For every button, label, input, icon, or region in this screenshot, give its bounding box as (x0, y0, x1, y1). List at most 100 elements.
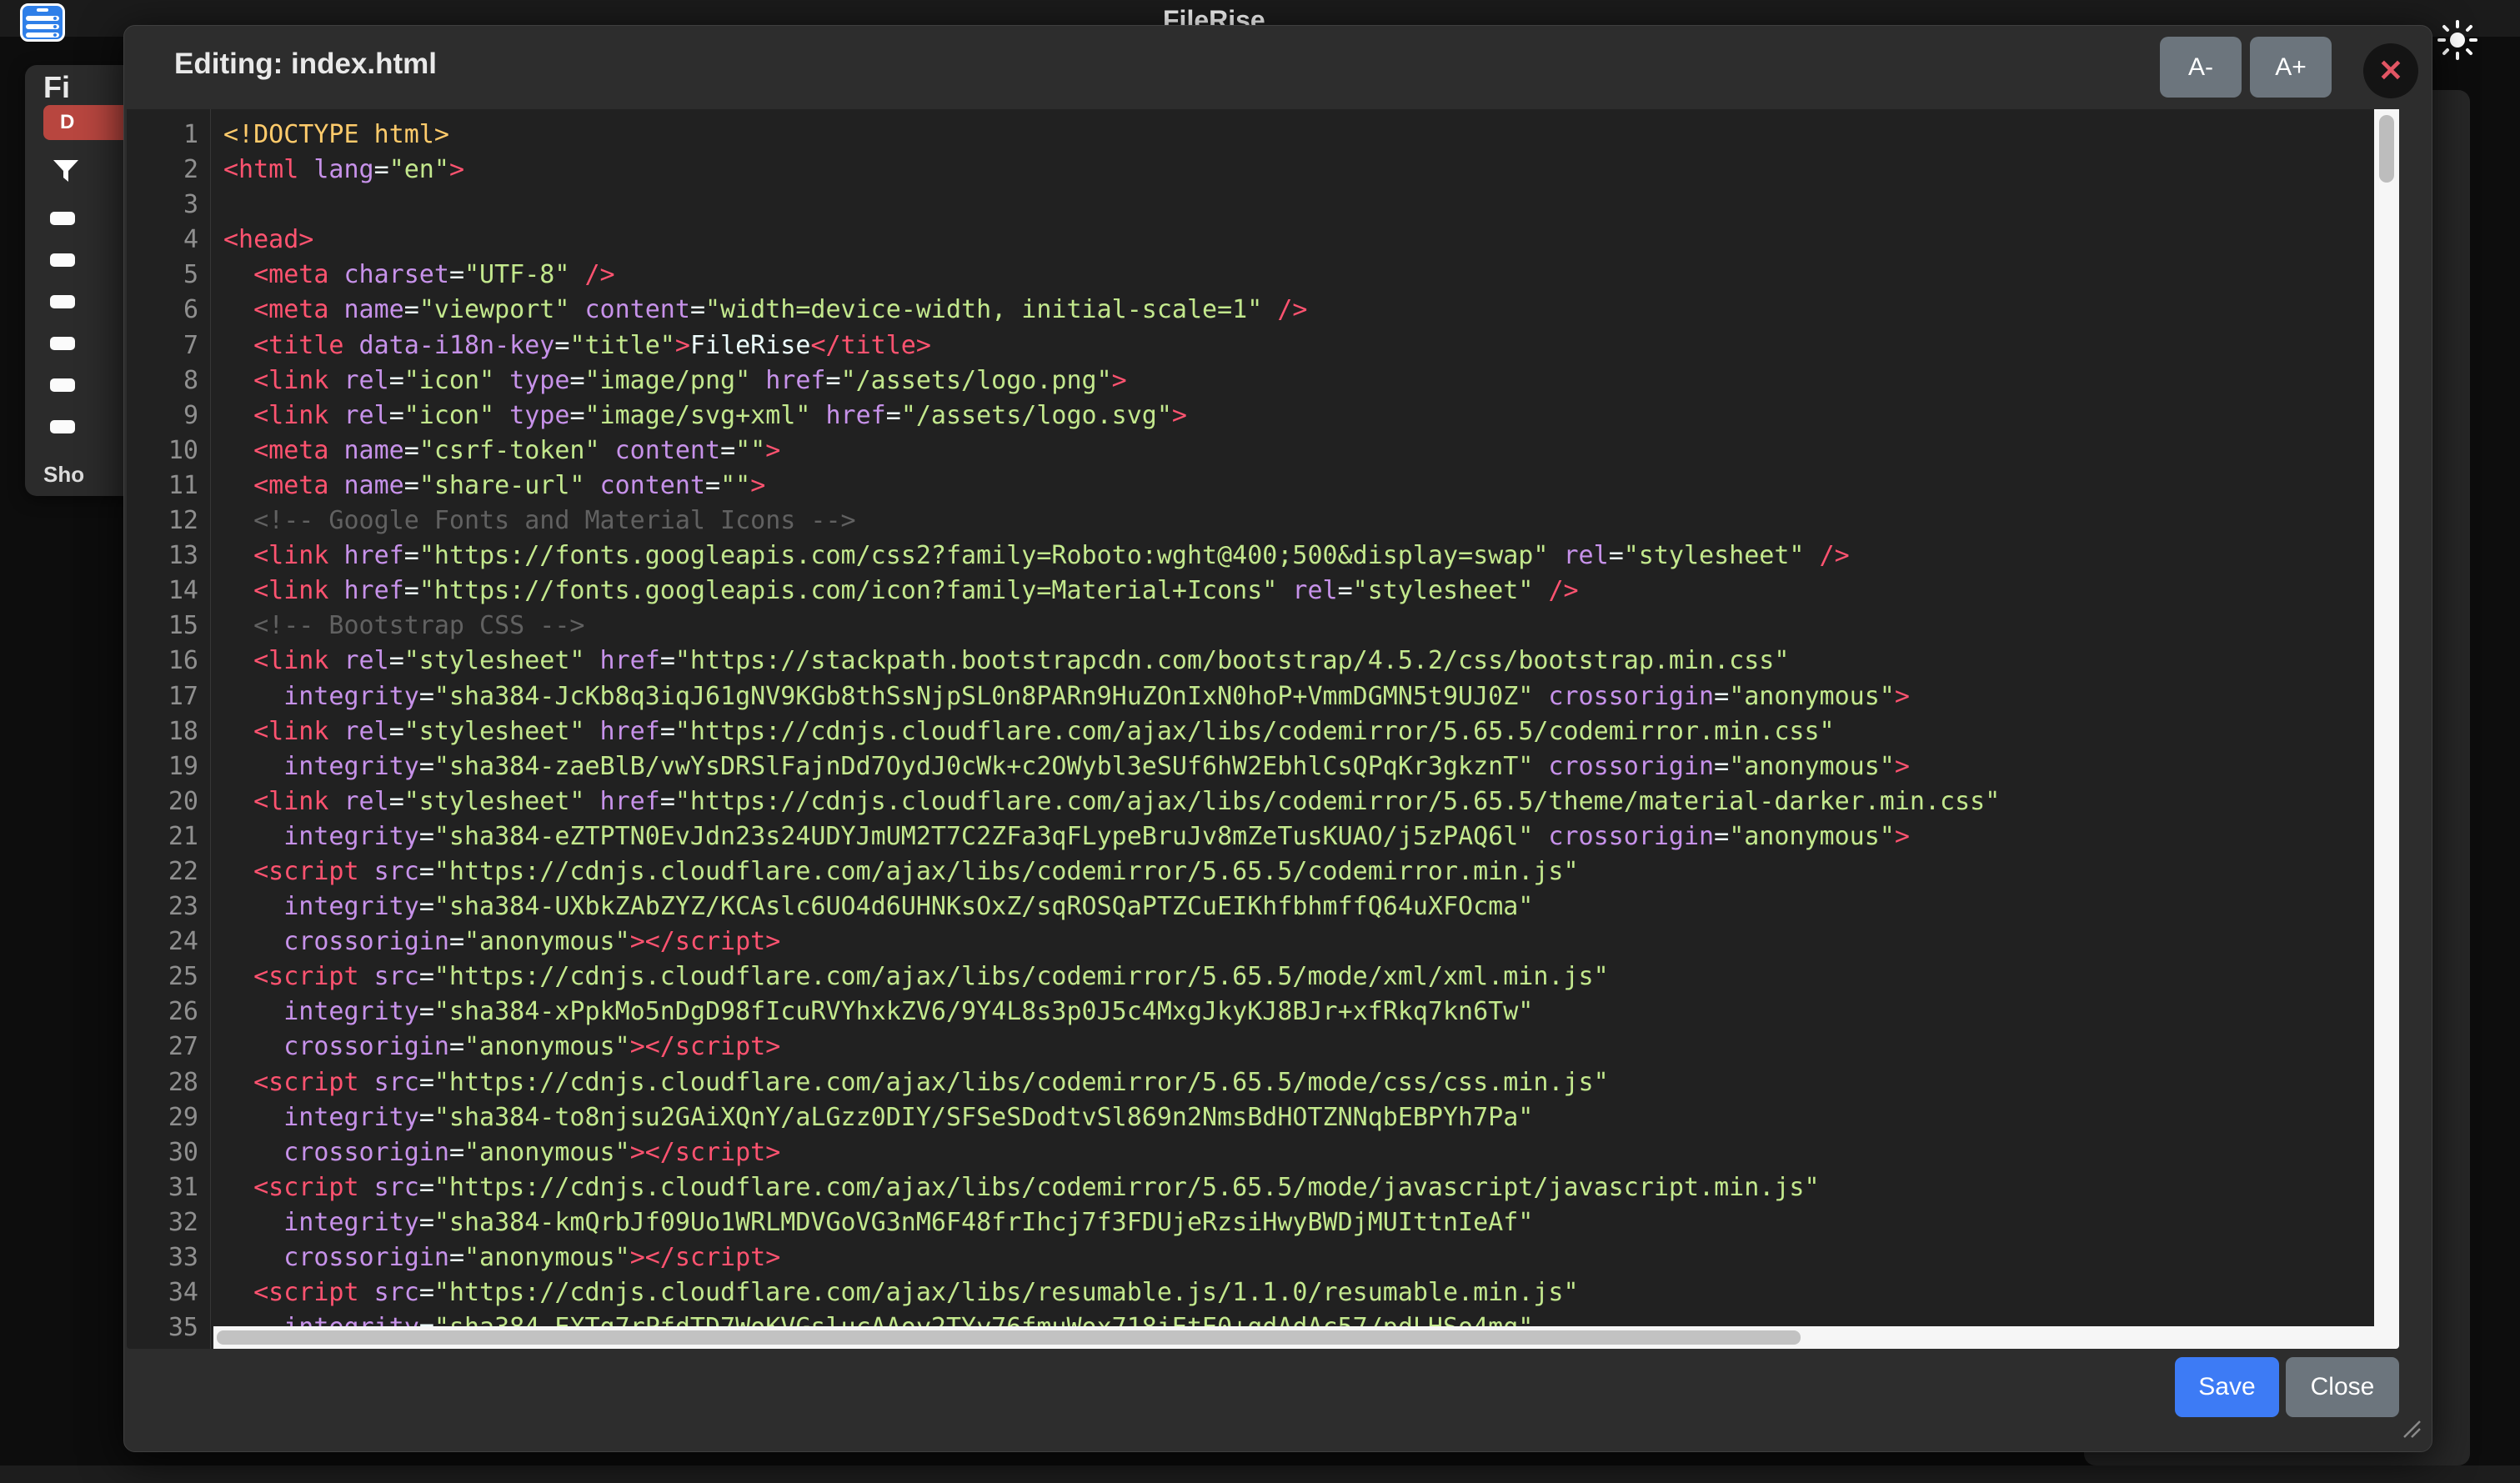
code-line[interactable]: 32 integrity="sha384-kmQrbJf09Uo1WRLMDVG… (127, 1205, 2399, 1240)
code-line[interactable]: 2<html lang="en"> (127, 153, 2399, 188)
code-line-text: <link rel="stylesheet" href="https://sta… (210, 644, 1789, 679)
code-editor[interactable]: 1<!DOCTYPE html>2<html lang="en">34<head… (127, 109, 2399, 1349)
line-number: 16 (127, 644, 210, 679)
edit-file-modal: Editing: index.html A- A+ ✕ 1<!DOCTYPE h… (123, 25, 2432, 1452)
sidebar-title: Fi (43, 70, 70, 105)
code-line[interactable]: 19 integrity="sha384-zaeBlB/vwYsDRSlFajn… (127, 749, 2399, 784)
code-line[interactable]: 30 crossorigin="anonymous"></script> (127, 1135, 2399, 1170)
code-line[interactable]: 16 <link rel="stylesheet" href="https://… (127, 644, 2399, 679)
code-line-text: <head> (210, 223, 313, 258)
vertical-scrollbar-thumb[interactable] (2379, 115, 2394, 183)
code-line[interactable]: 27 crossorigin="anonymous"></script> (127, 1030, 2399, 1065)
code-line[interactable]: 28 <script src="https://cdnjs.cloudflare… (127, 1065, 2399, 1100)
vertical-scrollbar[interactable] (2374, 109, 2399, 1349)
code-line[interactable]: 25 <script src="https://cdnjs.cloudflare… (127, 959, 2399, 995)
code-line[interactable]: 11 <meta name="share-url" content=""> (127, 468, 2399, 504)
code-line-text: <script src="https://cdnjs.cloudflare.co… (210, 1170, 1820, 1205)
code-line[interactable]: 20 <link rel="stylesheet" href="https://… (127, 784, 2399, 819)
code-line[interactable]: 14 <link href="https://fonts.googleapis.… (127, 574, 2399, 609)
filter-toggle[interactable] (50, 420, 75, 433)
page-footer-band (0, 1465, 2520, 1483)
filter-toggle[interactable] (50, 253, 75, 267)
code-line[interactable]: 21 integrity="sha384-eZTPTN0EvJdn23s24UD… (127, 819, 2399, 854)
line-number: 32 (127, 1205, 210, 1240)
line-number: 28 (127, 1065, 210, 1100)
line-number: 14 (127, 574, 210, 609)
code-line[interactable]: 3 (127, 188, 2399, 223)
code-line[interactable]: 24 crossorigin="anonymous"></script> (127, 924, 2399, 959)
close-button[interactable]: Close (2286, 1357, 2399, 1417)
filter-funnel-icon[interactable] (52, 158, 80, 188)
line-number: 4 (127, 223, 210, 258)
filerise-logo-icon[interactable] (20, 3, 65, 42)
code-line[interactable]: 8 <link rel="icon" type="image/png" href… (127, 363, 2399, 398)
code-line-text: integrity="sha384-UXbkZAbZYZ/KCAslc6UO4d… (210, 889, 1533, 924)
line-number: 24 (127, 924, 210, 959)
code-area[interactable]: 1<!DOCTYPE html>2<html lang="en">34<head… (127, 118, 2399, 1345)
code-line-text: <script src="https://cdnjs.cloudflare.co… (210, 959, 1609, 995)
font-decrease-button[interactable]: A- (2160, 37, 2242, 98)
code-line[interactable]: 9 <link rel="icon" type="image/svg+xml" … (127, 398, 2399, 433)
code-line[interactable]: 12 <!-- Google Fonts and Material Icons … (127, 504, 2399, 539)
filter-toggle[interactable] (50, 212, 75, 225)
code-line-text: crossorigin="anonymous"></script> (210, 924, 780, 959)
code-line-text: <script src="https://cdnjs.cloudflare.co… (210, 854, 1579, 889)
line-number: 22 (127, 854, 210, 889)
filter-toggle[interactable] (50, 295, 75, 308)
code-line[interactable]: 1<!DOCTYPE html> (127, 118, 2399, 153)
code-line[interactable]: 33 crossorigin="anonymous"></script> (127, 1240, 2399, 1275)
code-line-text (210, 188, 223, 223)
code-line-text: integrity="sha384-kmQrbJf09Uo1WRLMDVGoVG… (210, 1205, 1533, 1240)
line-number: 15 (127, 609, 210, 644)
code-line-text: crossorigin="anonymous"></script> (210, 1030, 780, 1065)
line-number: 1 (127, 118, 210, 153)
code-line-text: integrity="sha384-to8njsu2GAiXQnY/aLGzz0… (210, 1100, 1533, 1135)
line-number: 12 (127, 504, 210, 539)
code-line[interactable]: 29 integrity="sha384-to8njsu2GAiXQnY/aLG… (127, 1100, 2399, 1135)
resize-handle[interactable] (2402, 1419, 2422, 1443)
code-line[interactable]: 13 <link href="https://fonts.googleapis.… (127, 539, 2399, 574)
code-line-text: <script src="https://cdnjs.cloudflare.co… (210, 1065, 1609, 1100)
code-line[interactable]: 18 <link rel="stylesheet" href="https://… (127, 714, 2399, 749)
app-root: FileRise Fi D Sho Editing: index.html A-… (0, 0, 2520, 1483)
line-number: 26 (127, 995, 210, 1030)
code-line[interactable]: 17 integrity="sha384-JcKb8q3iqJ61gNV9KGb… (127, 679, 2399, 714)
line-number: 13 (127, 539, 210, 574)
font-increase-button[interactable]: A+ (2250, 37, 2332, 98)
line-number: 5 (127, 258, 210, 293)
code-line[interactable]: 7 <title data-i18n-key="title">FileRise<… (127, 328, 2399, 363)
code-line-text: <link href="https://fonts.googleapis.com… (210, 574, 1579, 609)
logo-led-dash (37, 8, 48, 12)
save-button[interactable]: Save (2175, 1357, 2279, 1417)
logo-bar (26, 24, 59, 29)
line-number: 31 (127, 1170, 210, 1205)
line-number: 20 (127, 784, 210, 819)
horizontal-scrollbar-thumb[interactable] (217, 1330, 1801, 1345)
code-line[interactable]: 26 integrity="sha384-xPpkMo5nDgD98fIcuRV… (127, 995, 2399, 1030)
code-line[interactable]: 31 <script src="https://cdnjs.cloudflare… (127, 1170, 2399, 1205)
code-line[interactable]: 5 <meta charset="UTF-8" /> (127, 258, 2399, 293)
line-number: 23 (127, 889, 210, 924)
code-line[interactable]: 22 <script src="https://cdnjs.cloudflare… (127, 854, 2399, 889)
line-number: 9 (127, 398, 210, 433)
code-line[interactable]: 10 <meta name="csrf-token" content=""> (127, 433, 2399, 468)
code-line[interactable]: 6 <meta name="viewport" content="width=d… (127, 293, 2399, 328)
horizontal-scrollbar[interactable] (213, 1326, 2374, 1349)
filter-toggle[interactable] (50, 337, 75, 350)
logo-bar (26, 33, 59, 38)
line-number: 30 (127, 1135, 210, 1170)
code-line[interactable]: 34 <script src="https://cdnjs.cloudflare… (127, 1275, 2399, 1310)
code-line-text: integrity="sha384-zaeBlB/vwYsDRSlFajnDd7… (210, 749, 1910, 784)
code-line[interactable]: 4<head> (127, 223, 2399, 258)
code-line[interactable]: 23 integrity="sha384-UXbkZAbZYZ/KCAslc6U… (127, 889, 2399, 924)
line-number: 6 (127, 293, 210, 328)
theme-toggle-sun-icon[interactable] (2436, 18, 2479, 66)
modal-close-x-button[interactable]: ✕ (2363, 43, 2418, 98)
line-number: 21 (127, 819, 210, 854)
code-line-text: <meta name="viewport" content="width=dev… (210, 293, 1307, 328)
line-number: 33 (127, 1240, 210, 1275)
line-number: 25 (127, 959, 210, 995)
code-line-text: <!DOCTYPE html> (210, 118, 449, 153)
code-line[interactable]: 15 <!-- Bootstrap CSS --> (127, 609, 2399, 644)
filter-toggle[interactable] (50, 378, 75, 392)
